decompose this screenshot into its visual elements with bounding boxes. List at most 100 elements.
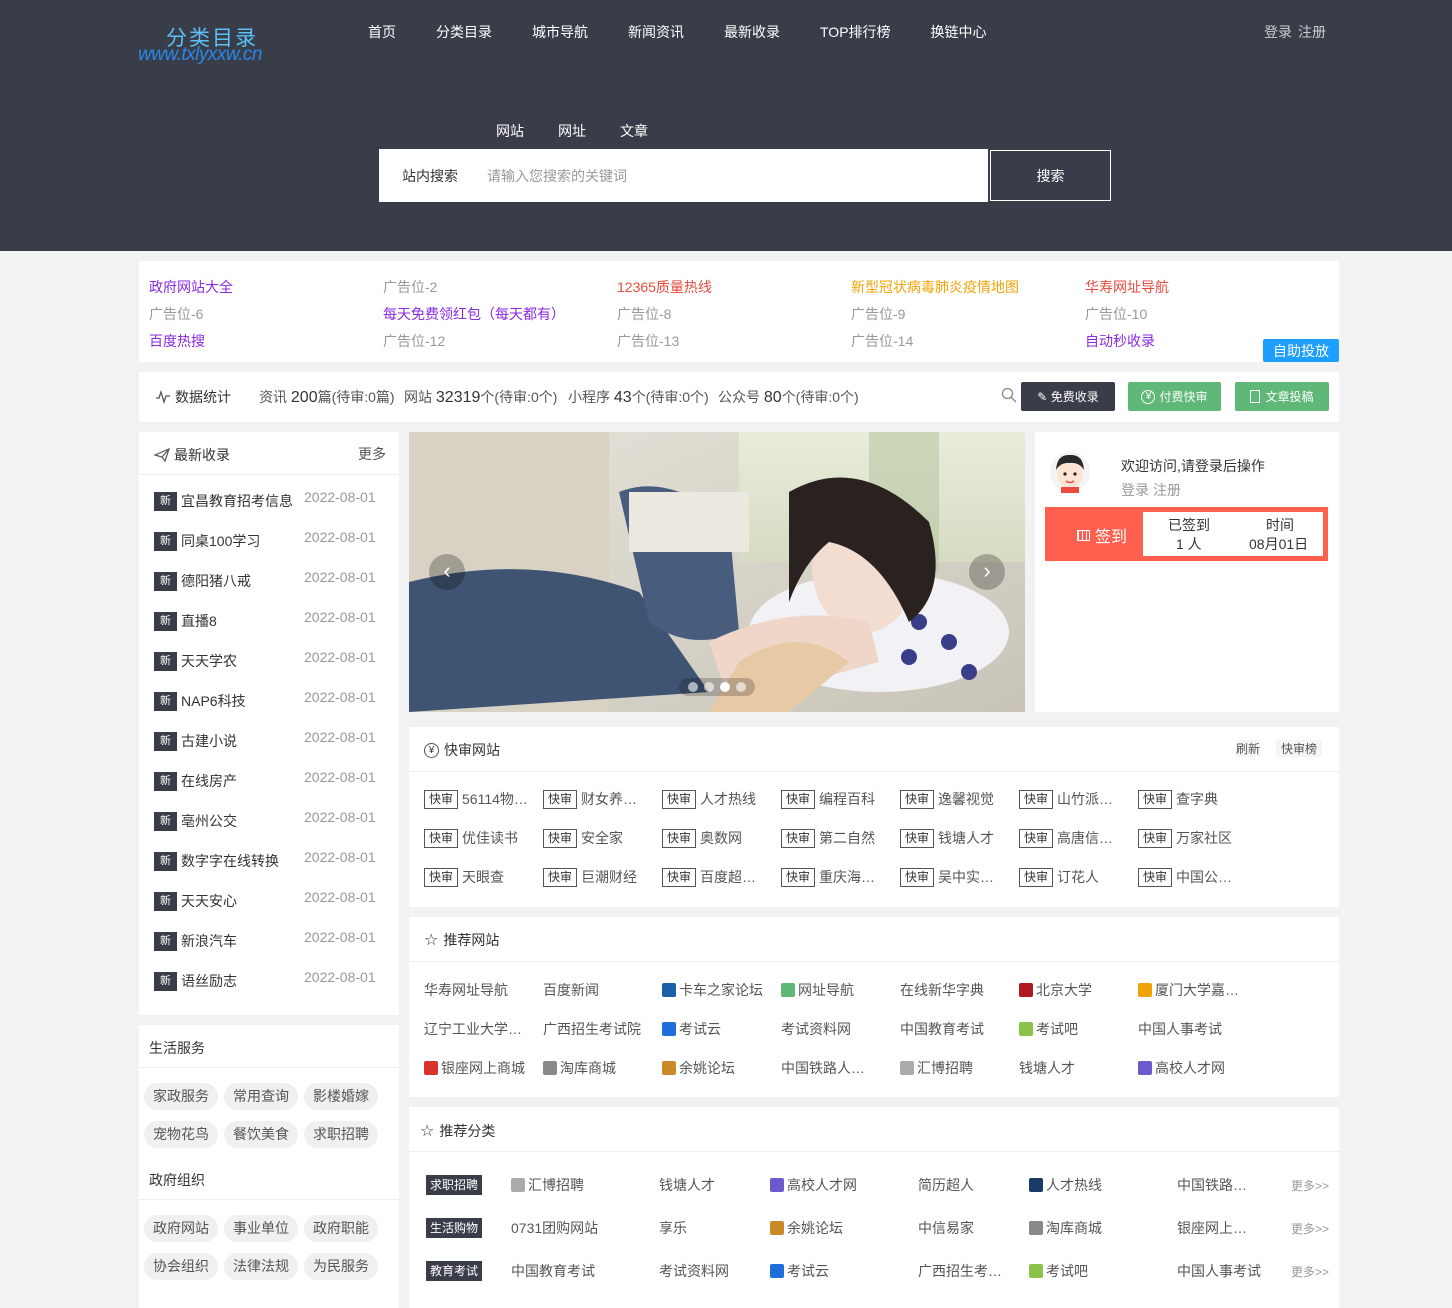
quick-site-link[interactable]: 快审 56114物… <box>424 789 536 809</box>
self-ad-button[interactable]: 自助投放 <box>1263 339 1339 362</box>
category-site-link[interactable]: 汇博招聘 <box>511 1175 626 1195</box>
quick-site-link[interactable]: 快审 奥数网 <box>662 828 774 848</box>
quick-refresh-button[interactable]: 刷新 <box>1236 740 1261 757</box>
list-item-name[interactable]: 数字字在线转换 <box>181 851 301 871</box>
category-site-link[interactable]: 中国铁路… <box>1177 1175 1292 1195</box>
recommend-site-link[interactable]: 中国铁路人… <box>781 1058 896 1078</box>
ad-link[interactable]: 政府网站大全 <box>149 277 383 304</box>
ad-link[interactable]: 华寿网址导航 <box>1085 277 1319 304</box>
quick-site-link[interactable]: 快审 吴中实… <box>900 867 1012 887</box>
search-tab-site[interactable]: 网站 <box>496 121 524 141</box>
category-site-link[interactable]: 简历超人 <box>918 1175 1033 1195</box>
tag-life[interactable]: 宠物花鸟 <box>144 1121 218 1148</box>
list-item[interactable]: 新同桌100学习 2022-08-01 <box>154 529 384 551</box>
category-site-link[interactable]: 0731团购网站 <box>511 1218 626 1238</box>
recommend-site-link[interactable]: 中国教育考试 <box>900 1019 1015 1039</box>
nav-home[interactable]: 首页 <box>368 22 396 42</box>
tag-gov[interactable]: 为民服务 <box>304 1253 378 1280</box>
paid-review-button[interactable]: ¥ 付费快审 <box>1128 382 1221 411</box>
recommend-site-link[interactable]: 中国人事考试 <box>1138 1019 1253 1039</box>
list-item-name[interactable]: 亳州公交 <box>181 811 301 831</box>
list-item-name[interactable]: 同桌100学习 <box>181 531 301 551</box>
tag-life[interactable]: 常用查询 <box>224 1083 298 1110</box>
category-site-link[interactable]: 考试吧 <box>1029 1261 1144 1281</box>
search-button[interactable]: 搜索 <box>990 150 1111 201</box>
recommend-site-link[interactable]: 高校人才网 <box>1138 1058 1253 1078</box>
article-submit-button[interactable]: 文章投稿 <box>1235 382 1329 411</box>
carousel-dot[interactable] <box>704 682 714 692</box>
carousel-dot[interactable] <box>688 682 698 692</box>
tag-life[interactable]: 求职招聘 <box>304 1121 378 1148</box>
list-item[interactable]: 新宜昌教育招考信息 2022-08-01 <box>154 489 384 511</box>
list-item-name[interactable]: 语丝励志 <box>181 971 301 991</box>
category-more-link[interactable]: 更多>> <box>1291 1177 1329 1194</box>
quick-site-link[interactable]: 快审 百度超… <box>662 867 774 887</box>
quick-rank-button[interactable]: 快审榜 <box>1276 740 1323 757</box>
ad-link[interactable]: 每天免费领红包（每天都有） <box>383 304 617 331</box>
category-site-link[interactable]: 中信易家 <box>918 1218 1033 1238</box>
tag-life[interactable]: 餐饮美食 <box>224 1121 298 1148</box>
recommend-site-link[interactable]: 广西招生考试院 <box>543 1019 658 1039</box>
tag-gov[interactable]: 事业单位 <box>224 1215 298 1242</box>
quick-site-link[interactable]: 快审 万家社区 <box>1138 828 1250 848</box>
carousel-dot-active[interactable] <box>720 682 730 692</box>
category-site-link[interactable]: 人才热线 <box>1029 1175 1144 1195</box>
category-site-link[interactable]: 中国人事考试 <box>1177 1261 1292 1281</box>
nav-links[interactable]: 换链中心 <box>931 22 987 42</box>
quick-site-link[interactable]: 快审 山竹派… <box>1019 789 1131 809</box>
category-site-link[interactable]: 享乐 <box>659 1218 774 1238</box>
ad-link[interactable]: 广告位-12 <box>383 331 617 358</box>
recommend-site-link[interactable]: 汇博招聘 <box>900 1058 1015 1078</box>
ad-link[interactable]: 百度热搜 <box>149 331 383 358</box>
list-item[interactable]: 新天天学农 2022-08-01 <box>154 649 384 671</box>
quick-site-link[interactable]: 快审 财女养… <box>543 789 655 809</box>
list-item[interactable]: 新德阳猪八戒 2022-08-01 <box>154 569 384 591</box>
quick-site-link[interactable]: 快审 天眼查 <box>424 867 536 887</box>
recommend-site-link[interactable]: 卡车之家论坛 <box>662 980 777 1000</box>
recommend-site-link[interactable]: 考试资料网 <box>781 1019 896 1039</box>
category-more-link[interactable]: 更多>> <box>1291 1263 1329 1280</box>
quick-site-link[interactable]: 快审 第二自然 <box>781 828 893 848</box>
nav-top[interactable]: TOP排行榜 <box>820 22 891 42</box>
nav-news[interactable]: 新闻资讯 <box>628 22 684 42</box>
site-logo[interactable]: 分类目录 www.txlyxxw.cn <box>138 22 298 70</box>
carousel-dot[interactable] <box>736 682 746 692</box>
category-site-link[interactable]: 高校人才网 <box>770 1175 885 1195</box>
search-tab-url[interactable]: 网址 <box>558 121 586 141</box>
category-badge[interactable]: 求职招聘 <box>426 1175 483 1195</box>
recommend-site-link[interactable]: 华寿网址导航 <box>424 980 539 1000</box>
list-item[interactable]: 新数字字在线转换 2022-08-01 <box>154 849 384 871</box>
carousel-next-button[interactable]: › <box>969 554 1005 590</box>
list-item-name[interactable]: 天天学农 <box>181 651 301 671</box>
category-site-link[interactable]: 淘库商城 <box>1029 1218 1144 1238</box>
quick-site-link[interactable]: 快审 优佳读书 <box>424 828 536 848</box>
login-link[interactable]: 登录 <box>1264 24 1292 40</box>
list-item[interactable]: 新 NAP6科技 2022-08-01 <box>154 689 384 711</box>
recommend-site-link[interactable]: 余姚论坛 <box>662 1058 777 1078</box>
list-item[interactable]: 新语丝励志 2022-08-01 <box>154 969 384 991</box>
nav-city[interactable]: 城市导航 <box>532 22 588 42</box>
list-item[interactable]: 新新浪汽车 2022-08-01 <box>154 929 384 951</box>
nav-latest[interactable]: 最新收录 <box>724 22 780 42</box>
list-item-name[interactable]: NAP6科技 <box>181 691 301 711</box>
tag-life[interactable]: 家政服务 <box>144 1083 218 1110</box>
tag-gov[interactable]: 协会组织 <box>144 1253 218 1280</box>
category-site-link[interactable]: 中国教育考试 <box>511 1261 626 1281</box>
quick-site-link[interactable]: 快审 巨潮财经 <box>543 867 655 887</box>
category-badge[interactable]: 教育考试 <box>426 1261 483 1281</box>
ad-link[interactable]: 广告位-6 <box>149 304 383 331</box>
ad-link[interactable]: 广告位-14 <box>851 331 1085 358</box>
recommend-site-link[interactable]: 网址导航 <box>781 980 896 1000</box>
tag-gov[interactable]: 政府网站 <box>144 1215 218 1242</box>
panel-register-link[interactable]: 注册 <box>1153 480 1181 500</box>
recommend-site-link[interactable]: 在线新华字典 <box>900 980 1015 1000</box>
search-tab-article[interactable]: 文章 <box>620 121 648 141</box>
latest-more-link[interactable]: 更多 <box>358 444 386 464</box>
nav-category[interactable]: 分类目录 <box>436 22 492 42</box>
quick-site-link[interactable]: 快审 重庆海… <box>781 867 893 887</box>
quick-site-link[interactable]: 快审 中国公… <box>1138 867 1250 887</box>
category-site-link[interactable]: 钱塘人才 <box>659 1175 774 1195</box>
ad-link[interactable]: 广告位-10 <box>1085 304 1319 331</box>
list-item-name[interactable]: 新浪汽车 <box>181 931 301 951</box>
quick-site-link[interactable]: 快审 查字典 <box>1138 789 1250 809</box>
